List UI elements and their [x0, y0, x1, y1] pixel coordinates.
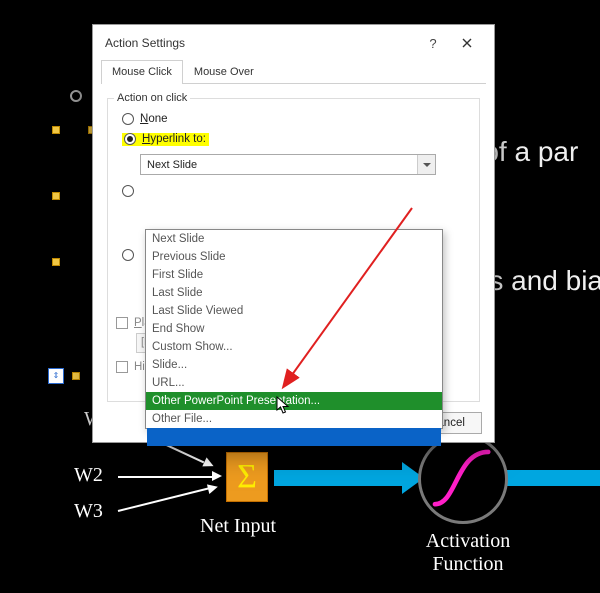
radio-run-program[interactable]	[122, 185, 471, 197]
rotate-handle-icon[interactable]	[70, 90, 82, 102]
selection-handle[interactable]	[72, 372, 80, 380]
checkbox-icon	[116, 361, 128, 373]
close-icon	[462, 38, 472, 48]
dialog-help-button[interactable]: ?	[416, 36, 450, 51]
hyperlink-dropdown-list[interactable]: Next Slide Previous Slide First Slide La…	[145, 229, 443, 429]
action-on-click-group: Action on click None Hyperlink to: Next …	[107, 98, 480, 402]
dropdown-item[interactable]: First Slide	[146, 266, 442, 284]
radio-none[interactable]: None	[122, 113, 471, 125]
weight-label-w2: W2	[74, 464, 103, 487]
radio-icon	[122, 249, 134, 261]
tab-mouse-click[interactable]: Mouse Click	[101, 60, 183, 84]
radio-none-label: None	[140, 113, 168, 125]
selection-handle[interactable]	[52, 126, 60, 134]
dropdown-item[interactable]: Last Slide	[146, 284, 442, 302]
arrow-line	[118, 487, 210, 512]
sigmoid-curve-icon	[421, 437, 505, 521]
dropdown-item[interactable]: Last Slide Viewed	[146, 302, 442, 320]
arrow-head-icon	[202, 457, 215, 470]
radio-hyperlink[interactable]: Hyperlink to:	[122, 133, 471, 146]
dropdown-item[interactable]: Previous Slide	[146, 248, 442, 266]
radio-icon	[122, 113, 134, 125]
dialog-tabstrip: Mouse Click Mouse Over	[101, 59, 486, 84]
hyperlink-combo[interactable]: Next Slide	[140, 154, 436, 175]
dropdown-item-highlighted[interactable]: Other PowerPoint Presentation...	[146, 392, 442, 410]
sigma-box: Σ	[226, 452, 268, 502]
activation-node	[418, 434, 508, 524]
net-input-label: Net Input	[200, 515, 276, 538]
checkbox-icon	[116, 317, 128, 329]
dropdown-item[interactable]: Custom Show...	[146, 338, 442, 356]
hyperlink-combo-value: Next Slide	[147, 159, 197, 171]
action-settings-dialog: Action Settings ? Mouse Click Mouse Over…	[92, 24, 495, 443]
flow-arrow	[274, 470, 404, 486]
radio-icon	[124, 133, 136, 145]
activation-label: Activation Function	[418, 530, 518, 576]
group-label: Action on click	[114, 92, 190, 104]
dialog-close-button[interactable]	[450, 36, 484, 51]
radio-icon	[122, 185, 134, 197]
dropdown-item[interactable]: URL...	[146, 374, 442, 392]
sigma-symbol-icon: Σ	[237, 458, 257, 496]
dropdown-item[interactable]: Slide...	[146, 356, 442, 374]
weight-label-w3: W3	[74, 500, 103, 523]
arrow-head-icon	[212, 471, 222, 481]
tab-mouse-over[interactable]: Mouse Over	[183, 60, 265, 84]
dialog-titlebar[interactable]: Action Settings ?	[93, 25, 494, 55]
dropdown-item[interactable]: End Show	[146, 320, 442, 338]
arrow-head-icon	[207, 482, 219, 494]
selection-handle[interactable]	[52, 258, 60, 266]
chevron-down-icon[interactable]	[417, 155, 435, 174]
dialog-title: Action Settings	[105, 36, 416, 50]
layout-options-icon[interactable]: ⇕	[48, 368, 64, 384]
selection-handle[interactable]	[52, 192, 60, 200]
arrow-line	[118, 476, 214, 478]
flow-arrow	[506, 470, 600, 486]
dropdown-item[interactable]: Next Slide	[146, 230, 442, 248]
radio-hyperlink-label: Hyperlink to:	[142, 133, 206, 145]
